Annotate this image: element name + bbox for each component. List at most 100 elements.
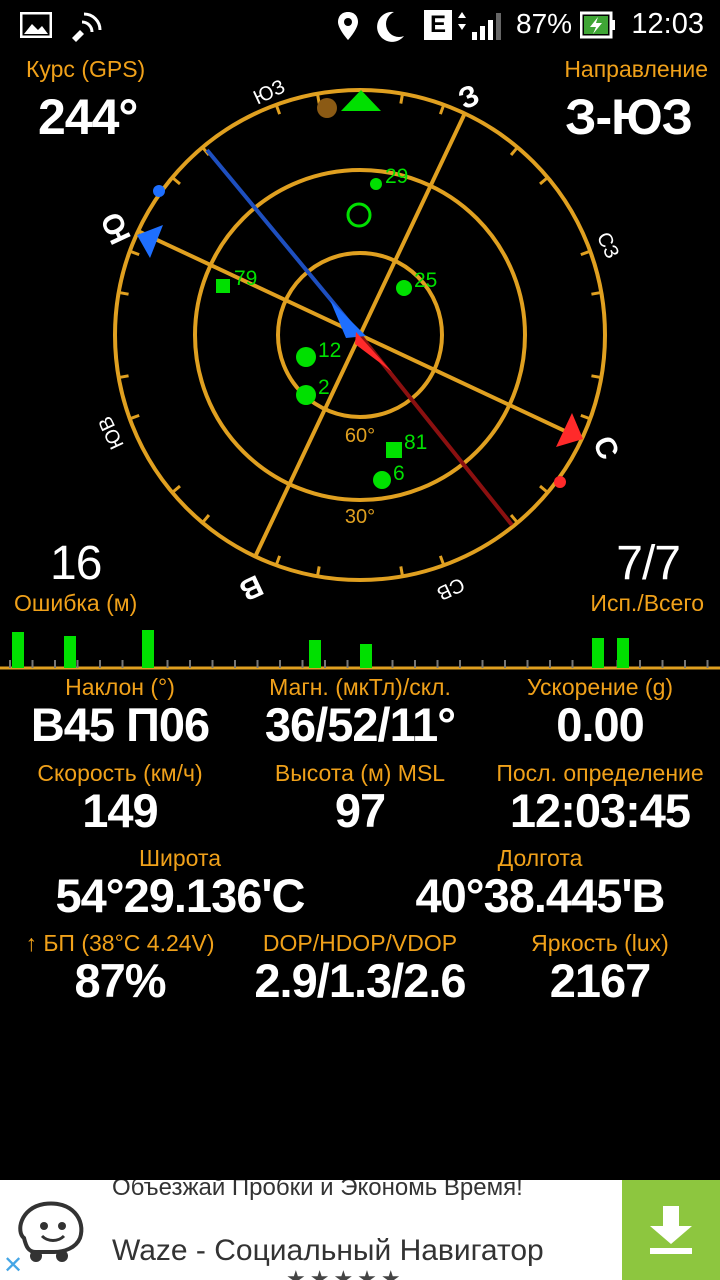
stat-acceleration: Ускорение (g) 0.00	[480, 674, 720, 752]
ring-label-60: 60°	[345, 425, 375, 447]
compass-needle-red	[355, 332, 392, 372]
location-icon	[338, 12, 358, 40]
gps-signal-icon	[72, 12, 102, 42]
satellite-signal-bars	[0, 630, 720, 670]
sun-marker-icon	[153, 185, 165, 197]
stat-value: 0.00	[556, 698, 644, 751]
compass-tick	[274, 104, 282, 115]
satellite-81: 81	[386, 431, 427, 458]
signal-bar	[360, 644, 372, 668]
dir-label-nw: СЗ	[592, 229, 623, 262]
battery-charging-icon	[580, 11, 615, 39]
satellite-dot	[296, 385, 316, 405]
download-icon	[650, 1206, 692, 1254]
stat-longitude: Долгота 40°38.445'В	[360, 845, 720, 923]
compass-tick	[580, 413, 591, 421]
dir-label-n: С	[586, 431, 625, 465]
satellite-25: 25	[396, 269, 437, 296]
moon-marker-icon	[317, 98, 337, 118]
stat-speed: Скорость (км/ч) 149	[0, 760, 240, 838]
ad-rating-stars: ★★★★★	[286, 1266, 405, 1280]
compass-tick	[399, 93, 405, 104]
compass-tick	[509, 514, 519, 524]
compass-tick	[399, 566, 405, 577]
gallery-icon	[20, 12, 52, 38]
stat-value: 87%	[74, 954, 166, 1007]
ad-close-icon[interactable]: ✕	[0, 1252, 26, 1280]
compass-tick	[171, 484, 181, 494]
compass-tick	[438, 104, 446, 115]
heading-marker-icon	[554, 476, 566, 488]
satellite-id: 81	[404, 431, 427, 454]
compass-tick	[591, 290, 602, 296]
stat-value: В45 П06	[30, 698, 210, 751]
stat-value: 2.9/1.3/2.6	[254, 954, 466, 1007]
compass-tick	[509, 146, 519, 156]
compass-tick	[118, 374, 129, 380]
ad-download-button[interactable]	[622, 1180, 720, 1280]
satellite-12: 12	[296, 339, 341, 367]
ad-tagline: Объезжай Пробки и Экономь Время!	[112, 1180, 523, 1201]
stat-magnetic: Магн. (мкТл)/скл. 36/52/11°	[240, 674, 480, 752]
stat-value: 12:03:45	[509, 784, 691, 837]
compass-tick	[438, 555, 446, 566]
do-not-disturb-moon-icon	[377, 11, 404, 42]
cell-signal-icon	[458, 12, 501, 40]
network-type-icon: E	[424, 10, 452, 40]
satellite-dot	[373, 471, 391, 489]
signal-bar	[64, 636, 76, 668]
satellite-id: 29	[385, 165, 408, 188]
stat-altitude: Высота (м) MSL 97	[240, 760, 480, 838]
ring-label-30: 30°	[345, 506, 375, 528]
error-value: 16	[50, 537, 102, 590]
satellite-id: 6	[393, 462, 405, 485]
compass-tick	[591, 374, 602, 380]
satellite-id: 25	[414, 269, 437, 292]
satellite-2: 2	[296, 376, 330, 405]
error-label: Ошибка (м)	[14, 590, 138, 616]
clock: 12:03	[631, 8, 704, 40]
stat-value: 97	[334, 784, 386, 837]
dir-label-e: В	[234, 568, 268, 607]
compass-tick	[539, 176, 549, 186]
satellite-id: 79	[234, 267, 257, 290]
compass-tick	[539, 484, 549, 494]
compass-tick	[171, 176, 181, 186]
signal-bar	[592, 638, 604, 668]
stat-value: 54°29.136'С	[55, 869, 306, 922]
compass-tick	[129, 249, 140, 257]
dir-label-se: ЮВ	[95, 413, 129, 453]
signal-bar	[309, 640, 321, 668]
stat-battery: ↑ БП (38°C 4.24V) 87%	[0, 930, 240, 1008]
signal-bar	[142, 630, 154, 668]
satellite-dot	[370, 178, 382, 190]
used-total-value: 7/7	[616, 537, 681, 590]
ad-title[interactable]: Waze - Социальный Навигатор	[112, 1234, 544, 1268]
compass-tick	[274, 555, 282, 566]
satellite-dot	[396, 280, 412, 296]
stat-dop: DOP/HDOP/VDOP 2.9/1.3/2.6	[240, 930, 480, 1008]
compass-tick	[201, 514, 211, 524]
ad-banner[interactable]: Объезжай Пробки и Экономь Время! Waze - …	[0, 1180, 720, 1280]
satellite-dot	[296, 347, 316, 367]
north-indicator-icon	[341, 90, 381, 111]
satellite-id: 12	[318, 339, 341, 362]
signal-bar	[12, 632, 24, 668]
battery-percent: 87%	[516, 8, 573, 39]
satellite-square	[216, 279, 230, 293]
compass-tick	[315, 566, 321, 577]
stat-value: 36/52/11°	[264, 698, 456, 751]
stat-brightness: Яркость (lux) 2167	[480, 930, 720, 1008]
dir-label-ne: СВ	[433, 573, 467, 605]
satellite-6: 6	[373, 462, 405, 489]
stat-value: 40°38.445'В	[415, 869, 666, 922]
satellite-id: 2	[318, 376, 330, 399]
compass-sky-view[interactable]: С СВ В ЮВ Ю ЮЗ З СЗ 60° 30° 29 25 79 12 …	[0, 60, 720, 620]
status-bar: E 87% 12:03	[0, 0, 720, 52]
stat-last-fix: Посл. определение 12:03:45	[480, 760, 720, 838]
compass-tick	[129, 413, 140, 421]
used-total-label: Исп./Всего	[590, 590, 704, 616]
compass-tick	[118, 290, 129, 296]
stat-latitude: Широта 54°29.136'С	[0, 845, 360, 923]
compass-needle-blue	[330, 300, 366, 338]
